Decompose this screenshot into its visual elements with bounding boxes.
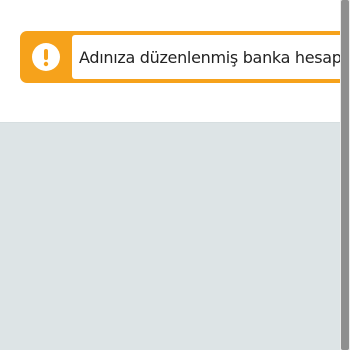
- browser-viewport: Adınıza düzenlenmiş banka hesaplarınız: [0, 0, 350, 350]
- exclamation-circle-icon: [32, 43, 60, 71]
- alert-message: Adınıza düzenlenmiş banka hesaplarınız: [79, 47, 350, 67]
- vertical-scrollbar[interactable]: [340, 0, 350, 350]
- warning-alert: Adınıza düzenlenmiş banka hesaplarınız: [20, 31, 350, 83]
- alert-message-box: Adınıza düzenlenmiş banka hesaplarınız: [72, 35, 350, 79]
- alert-icon-container: [20, 31, 72, 83]
- page-content-area: [0, 123, 340, 350]
- scrollbar-thumb[interactable]: [341, 0, 349, 350]
